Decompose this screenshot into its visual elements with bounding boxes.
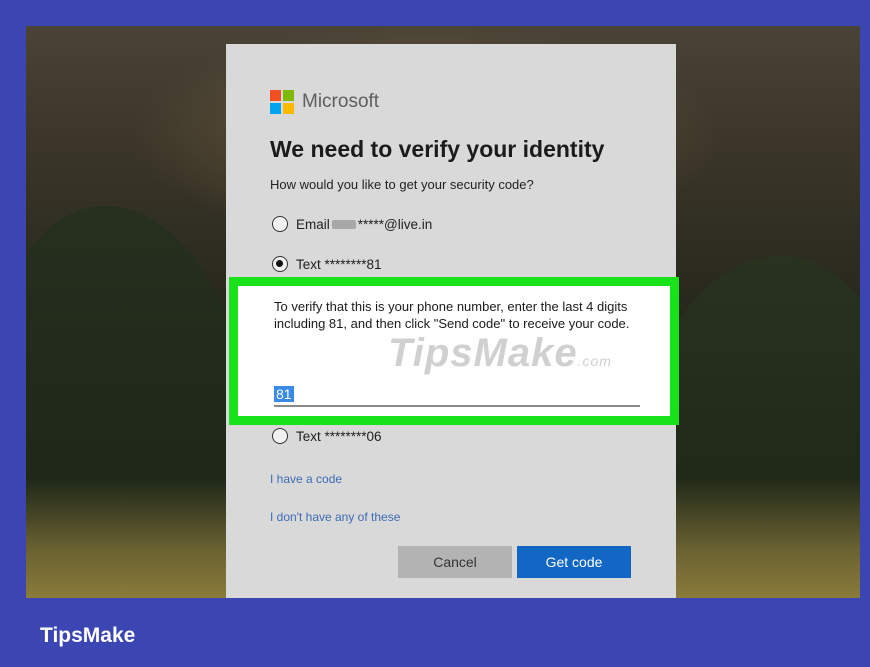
have-code-link[interactable]: I have a code xyxy=(270,472,342,486)
page-subtitle: How would you like to get your security … xyxy=(270,177,534,192)
brand-name: Microsoft xyxy=(302,91,380,112)
radio-checked-icon[interactable] xyxy=(272,256,288,272)
get-code-button[interactable]: Get code xyxy=(517,546,631,578)
option-email[interactable]: Email *****@live.in xyxy=(272,216,432,232)
phone-digits-input[interactable]: 81 xyxy=(274,381,640,407)
redacted-text xyxy=(331,219,356,229)
highlighted-verification-box: To verify that this is your phone number… xyxy=(229,277,679,425)
cancel-button[interactable]: Cancel xyxy=(398,546,512,578)
footer-brand: TipsMake xyxy=(40,624,136,647)
option-email-prefix: Email xyxy=(296,216,330,232)
microsoft-logo-icon xyxy=(270,90,294,114)
radio-icon[interactable] xyxy=(272,216,288,232)
selected-input-value: 81 xyxy=(274,386,294,402)
option-email-suffix: *****@live.in xyxy=(357,216,433,232)
radio-icon[interactable] xyxy=(272,428,288,444)
verification-instructions: To verify that this is your phone number… xyxy=(274,299,630,331)
watermark: TipsMake.com xyxy=(388,331,612,375)
option-text-81[interactable]: Text ********81 xyxy=(272,256,382,272)
no-options-link[interactable]: I don't have any of these xyxy=(270,510,400,524)
option-text-06-label: Text ********06 xyxy=(296,428,382,444)
page-title: We need to verify your identity xyxy=(270,136,605,162)
option-text-81-label: Text ********81 xyxy=(296,256,382,272)
option-text-06[interactable]: Text ********06 xyxy=(272,428,382,444)
microsoft-logo: Microsoft xyxy=(270,90,379,114)
